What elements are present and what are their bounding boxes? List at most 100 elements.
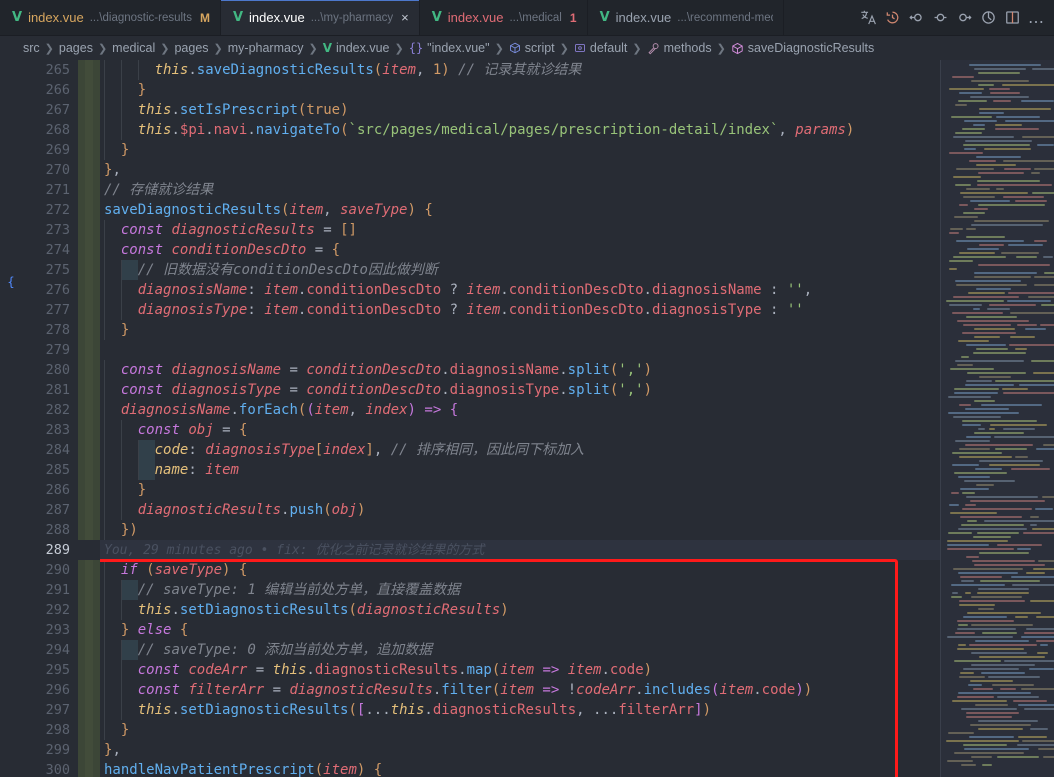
chevron-right-icon: ❯ — [97, 42, 108, 55]
code-line[interactable]: this.setIsPrescript(true) — [100, 100, 940, 120]
code-text: diagnosisName.forEach((item, index) => { — [120, 402, 459, 418]
breadcrumb: src ❯ pages ❯ medical ❯ pages ❯ my-pharm… — [0, 36, 1054, 60]
breadcrumb-item-script[interactable]: script — [506, 41, 558, 55]
close-icon[interactable]: × — [401, 10, 409, 25]
breadcrumb-item-methods[interactable]: methods — [644, 41, 715, 55]
breadcrumb-item-index-vue[interactable]: V index.vue — [320, 41, 393, 55]
breadcrumb-label: "index.vue" — [427, 41, 490, 55]
code-line[interactable]: this.$pi.navi.navigateTo(`src/pages/medi… — [100, 120, 940, 140]
code-line[interactable]: const codeArr = this.diagnosticResults.m… — [100, 660, 940, 680]
line-number: 299 — [45, 742, 70, 758]
code-line[interactable]: if (saveType) { — [100, 560, 940, 580]
code-text: } — [120, 722, 130, 738]
breadcrumb-item-file-symbol[interactable]: {} "index.vue" — [406, 41, 493, 55]
diff-decoration-column[interactable] — [78, 60, 100, 777]
code-text: } else { — [120, 622, 189, 638]
code-line[interactable]: } — [100, 80, 940, 100]
vue-icon: V — [431, 10, 442, 25]
code-line[interactable]: const obj = { — [100, 420, 940, 440]
code-line[interactable]: // saveType: 1 编辑当前处方单，直接覆盖数据 — [100, 580, 940, 600]
more-actions-icon[interactable]: … — [1025, 7, 1047, 29]
line-number: 292 — [45, 602, 70, 618]
fold-marker-272[interactable]: { — [2, 272, 20, 292]
breadcrumb-item-default[interactable]: default — [571, 41, 631, 55]
line-number: 298 — [45, 722, 70, 738]
code-line[interactable]: const diagnosticResults = [] — [100, 220, 940, 240]
step-over-icon[interactable] — [953, 7, 975, 29]
editor-tab-my-pharmacy[interactable]: V index.vue ...\my-pharmacy × — [220, 0, 420, 35]
chevron-right-icon: ❯ — [494, 42, 504, 55]
code-text: const conditionDescDto = { — [120, 242, 341, 258]
code-line[interactable]: // 旧数据没有conditionDescDto因此做判断 — [100, 260, 940, 280]
code-line[interactable]: diagnosticResults.push(obj) — [100, 500, 940, 520]
code-text: diagnosticResults.push(obj) — [137, 502, 366, 518]
chevron-right-icon: ❯ — [44, 42, 54, 55]
code-content[interactable]: this.saveDiagnosticResults(item, 1) // 记… — [100, 60, 940, 777]
breadcrumb-item-medical[interactable]: medical — [109, 41, 158, 55]
code-text: const codeArr = this.diagnosticResults.m… — [137, 662, 653, 678]
step-into-icon[interactable] — [929, 7, 951, 29]
code-line[interactable]: diagnosisName.forEach((item, index) => { — [100, 400, 940, 420]
code-line[interactable]: saveDiagnosticResults(item, saveType) { — [100, 200, 940, 220]
code-line[interactable]: const diagnosisType = conditionDescDto.d… — [100, 380, 940, 400]
code-line[interactable]: name: item — [100, 460, 940, 480]
minimap[interactable] — [940, 60, 1054, 777]
step-back-icon[interactable] — [905, 7, 927, 29]
code-line[interactable]: }) — [100, 520, 940, 540]
translate-icon[interactable] — [857, 7, 879, 29]
editor-actions: … — [853, 0, 1054, 35]
code-line[interactable]: const diagnosisName = conditionDescDto.d… — [100, 360, 940, 380]
code-text: code: diagnosisType[index], // 排序相同，因此同下… — [154, 442, 584, 458]
run-clock-icon[interactable] — [977, 7, 999, 29]
code-line[interactable]: this.saveDiagnosticResults(item, 1) // 记… — [100, 60, 940, 80]
code-line[interactable]: } else { — [100, 620, 940, 640]
code-line[interactable]: diagnosisName: item.conditionDescDto ? i… — [100, 280, 940, 300]
code-editor[interactable]: { } 265 266 267 268 269 270 271 272 273 274 275 276… — [0, 60, 1054, 777]
editor-tab-diagnostic-results[interactable]: V index.vue ...\diagnostic-results M — [0, 0, 221, 35]
tab-description: ...\my-pharmacy — [310, 11, 394, 24]
tab-description: ...\recommend-medic — [677, 11, 772, 24]
tab-modified-badge[interactable]: M — [200, 11, 210, 25]
code-line[interactable]: diagnosisType: item.conditionDescDto ? i… — [100, 300, 940, 320]
code-line[interactable]: } — [100, 480, 940, 500]
code-line[interactable]: // saveType: 0 添加当前处方单，追加数据 — [100, 640, 940, 660]
code-line[interactable]: handleNavPatientPrescript(item) { — [100, 760, 940, 777]
chevron-right-icon: ❯ — [213, 42, 223, 55]
breadcrumb-item-pages-2[interactable]: pages — [171, 41, 211, 55]
breadcrumb-label: pages — [58, 41, 93, 55]
code-line[interactable]: this.setDiagnosticResults(diagnosticResu… — [100, 600, 940, 620]
line-number: 267 — [45, 102, 70, 118]
tab-label: index.vue — [615, 10, 672, 25]
code-line[interactable]: }, — [100, 740, 940, 760]
code-line[interactable]: code: diagnosisType[index], // 排序相同，因此同下… — [100, 440, 940, 460]
breadcrumb-item-my-pharmacy[interactable]: my-pharmacy — [225, 41, 307, 55]
vscode-window: V index.vue ...\diagnostic-results M V i… — [0, 0, 1054, 777]
editor-tab-recommend-medic[interactable]: V index.vue ...\recommend-medic — [587, 0, 784, 35]
code-line[interactable]: const conditionDescDto = { — [100, 240, 940, 260]
line-number: 279 — [45, 342, 70, 358]
line-number: 285 — [45, 462, 70, 478]
chevron-right-icon: ❯ — [394, 42, 404, 55]
breadcrumb-item-pages[interactable]: pages — [56, 41, 96, 55]
breadcrumb-label: methods — [663, 41, 712, 55]
line-number: 280 — [45, 362, 70, 378]
code-line[interactable]: You, 29 minutes ago • fix: 优化之前记录就诊结果的方式 — [100, 540, 940, 560]
breadcrumb-item-src[interactable]: src — [20, 41, 43, 55]
history-icon[interactable] — [881, 7, 903, 29]
code-line[interactable]: } — [100, 720, 940, 740]
breadcrumb-item-saveDiagnosticResults[interactable]: saveDiagnosticResults — [728, 41, 877, 55]
code-line[interactable] — [100, 340, 940, 360]
code-line[interactable]: this.setDiagnosticResults([...this.diagn… — [100, 700, 940, 720]
code-line[interactable]: } — [100, 320, 940, 340]
code-line[interactable]: const filterArr = diagnosticResults.filt… — [100, 680, 940, 700]
vue-icon: V — [12, 10, 23, 25]
split-editor-icon[interactable] — [1001, 7, 1023, 29]
line-number: 288 — [45, 522, 70, 538]
code-line[interactable]: // 存储就诊结果 — [100, 180, 940, 200]
code-line[interactable]: }, — [100, 160, 940, 180]
line-number: 291 — [45, 582, 70, 598]
code-text: }) — [120, 522, 138, 538]
editor-tab-medical[interactable]: V index.vue ...\medical 1 — [419, 0, 588, 35]
code-text: } — [137, 482, 147, 498]
code-line[interactable]: } — [100, 140, 940, 160]
